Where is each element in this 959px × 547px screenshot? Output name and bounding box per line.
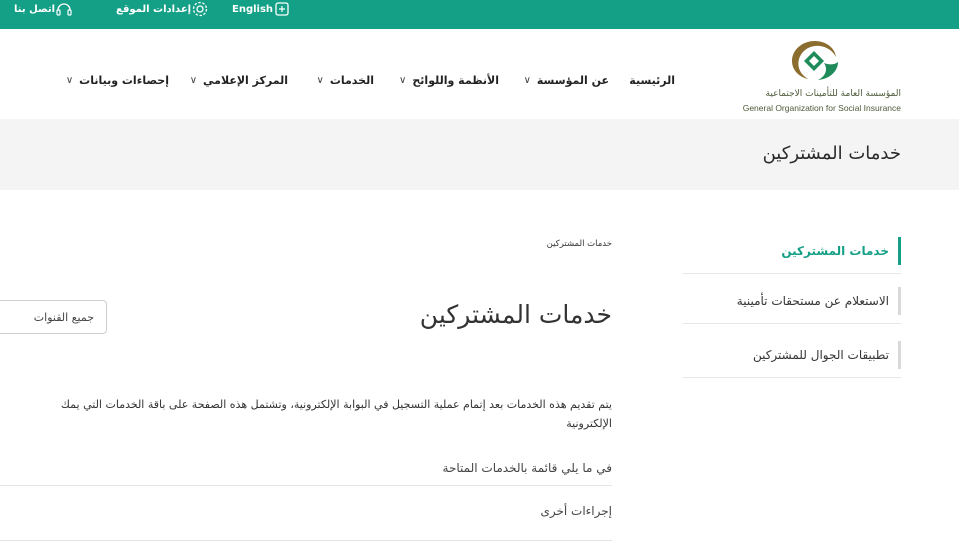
site-header: المؤسسة العامة للتأمينات الاجتماعية Gene… bbox=[0, 29, 959, 119]
nav-item-regulations[interactable]: الأنظمة واللوائح ∨ bbox=[399, 71, 499, 89]
chevron-down-icon: ∨ bbox=[65, 74, 74, 86]
chevron-down-icon: ∨ bbox=[523, 74, 531, 86]
services-list-heading: في ما يلي قائمة بالخدمات المتاحة bbox=[442, 461, 612, 475]
nav-item-home[interactable]: الرئيسية bbox=[629, 71, 675, 89]
sidebar-item-subscriber-services[interactable]: خدمات المشتركين bbox=[683, 229, 901, 274]
divider bbox=[0, 540, 612, 541]
headset-icon bbox=[55, 0, 73, 18]
nav-item-label: الخدمات bbox=[329, 73, 374, 87]
nav-item-label: الرئيسية bbox=[629, 73, 675, 87]
contact-us-link[interactable]: اتصل بنا bbox=[14, 0, 79, 18]
settings-label: إعدادات الموقع bbox=[116, 3, 192, 15]
sidebar-item-insurance-inquiry[interactable]: الاستعلام عن مستحقات تأمينية bbox=[683, 279, 901, 324]
language-switch[interactable]: English bbox=[232, 0, 297, 18]
top-utility-bar: English إعدادات الموقع اتصل بنا bbox=[0, 0, 959, 29]
active-indicator bbox=[898, 237, 901, 265]
gosi-logo[interactable]: المؤسسة العامة للتأمينات الاجتماعية Gene… bbox=[727, 37, 901, 113]
contact-label: اتصل بنا bbox=[14, 3, 56, 15]
list-item[interactable]: إجراءات أخرى bbox=[540, 504, 612, 518]
logo-name-english: General Organization for Social Insuranc… bbox=[742, 103, 901, 113]
logo-emblem-icon bbox=[792, 41, 838, 80]
breadcrumb[interactable]: خدمات المشتركين bbox=[547, 239, 612, 249]
gear-icon bbox=[191, 0, 209, 18]
logo-name-arabic: المؤسسة العامة للتأمينات الاجتماعية bbox=[765, 89, 901, 99]
nav-item-label: المركز الإعلامي bbox=[203, 73, 288, 87]
sidebar-item-label: خدمات المشتركين bbox=[781, 244, 889, 258]
language-label: English bbox=[232, 3, 274, 15]
section-title: خدمات المشتركين bbox=[419, 300, 612, 329]
nav-item-label: الأنظمة واللوائح bbox=[412, 73, 499, 87]
chevron-down-icon: ∨ bbox=[189, 74, 198, 86]
divider bbox=[0, 485, 612, 486]
nav-item-label: إحصاءات وبيانات bbox=[79, 73, 169, 87]
nav-item-media-center[interactable]: المركز الإعلامي ∨ bbox=[190, 71, 288, 89]
sidebar-item-mobile-apps[interactable]: تطبيقات الجوال للمشتركين bbox=[683, 333, 901, 378]
description-line: يتم تقديم هذه الخدمات بعد إتمام عملية ال… bbox=[60, 398, 612, 411]
item-indicator bbox=[898, 287, 901, 315]
nav-item-statistics[interactable]: إحصاءات وبيانات ∨ bbox=[66, 71, 169, 89]
chevron-down-icon: ∨ bbox=[316, 74, 324, 86]
page-title: خدمات المشتركين bbox=[762, 143, 901, 164]
channel-select[interactable]: جميع القنوات bbox=[0, 300, 107, 334]
page-title-band: خدمات المشتركين bbox=[0, 119, 959, 190]
item-indicator bbox=[898, 341, 901, 369]
sidebar-item-label: تطبيقات الجوال للمشتركين bbox=[752, 348, 889, 362]
sidebar-item-label: الاستعلام عن مستحقات تأمينية bbox=[736, 294, 889, 308]
nav-item-about[interactable]: عن المؤسسة ∨ bbox=[524, 71, 609, 89]
globe-language-icon bbox=[273, 0, 291, 18]
site-settings-link[interactable]: إعدادات الموقع bbox=[116, 0, 215, 18]
chevron-down-icon: ∨ bbox=[399, 74, 407, 86]
nav-item-services[interactable]: الخدمات ∨ bbox=[316, 71, 374, 89]
nav-item-label: عن المؤسسة bbox=[536, 73, 609, 87]
channel-select-value: جميع القنوات bbox=[33, 310, 94, 324]
section-description: يتم تقديم هذه الخدمات بعد إتمام عملية ال… bbox=[0, 395, 612, 433]
description-line: الإلكترونية bbox=[566, 417, 612, 430]
